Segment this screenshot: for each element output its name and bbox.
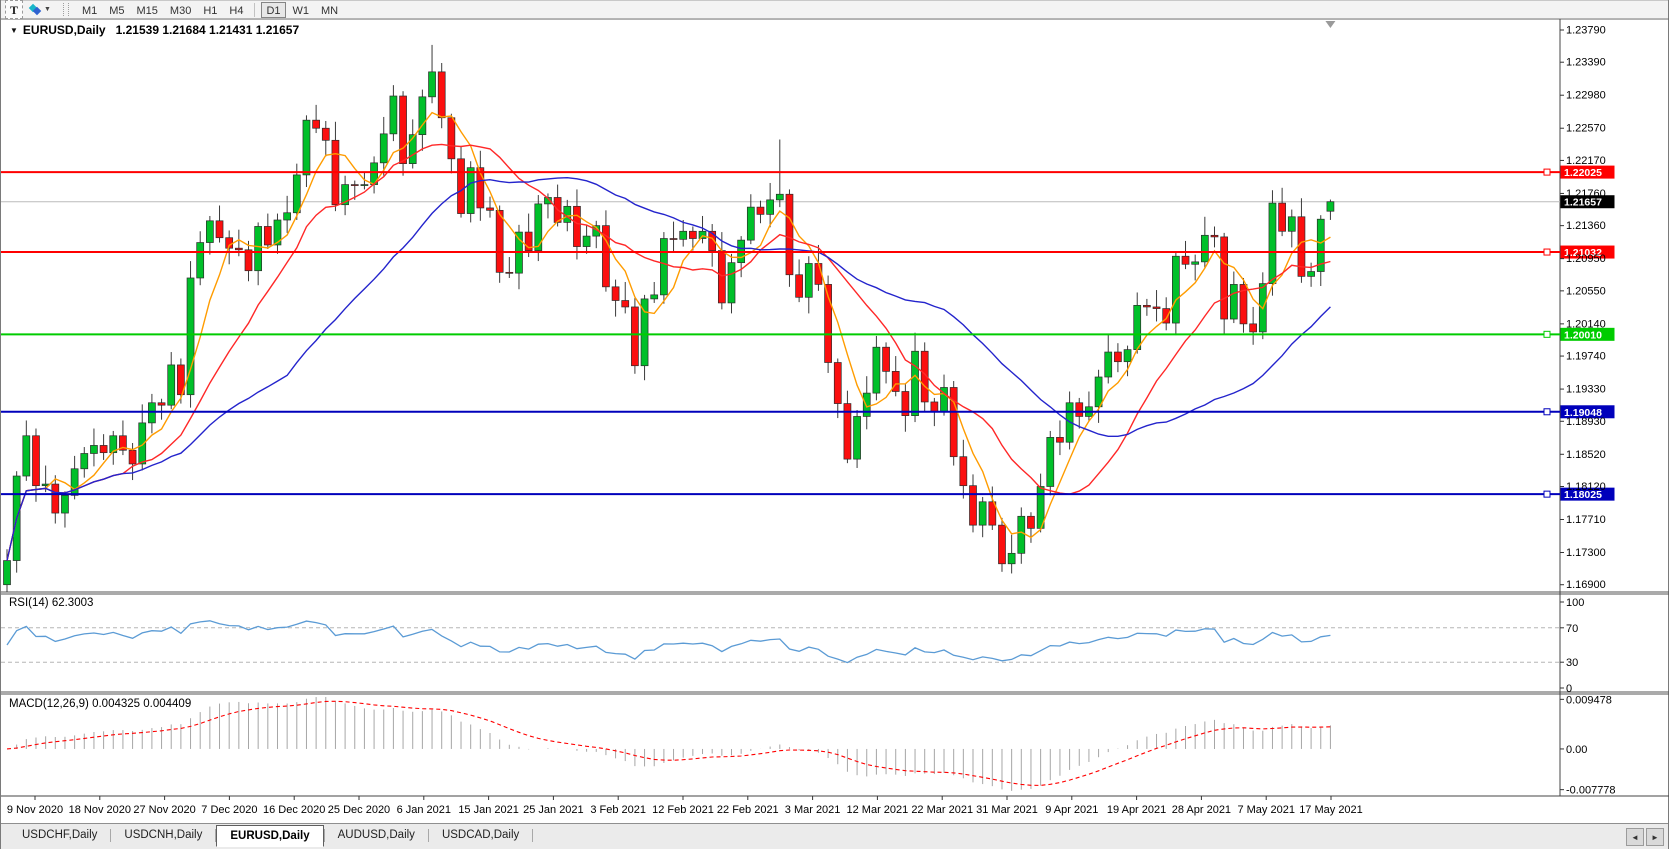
date-axis-label: 19 Apr 2021 (1107, 804, 1166, 816)
chevron-down-icon: ▼ (44, 6, 51, 13)
rsi-axis-label: 0 (1566, 683, 1572, 695)
date-axis-label: 18 Nov 2020 (69, 804, 131, 816)
price-axis-label: 1.17710 (1566, 514, 1606, 526)
timeframe-button-w1[interactable]: W1 (288, 2, 315, 18)
date-axis-label: 15 Jan 2021 (458, 804, 519, 816)
chart-tabbar: USDCHF,DailyUSDCNH,DailyEURUSD,DailyAUDU… (1, 823, 1668, 849)
date-axis-label: 12 Feb 2021 (652, 804, 714, 816)
date-axis-label: 25 Dec 2020 (328, 804, 390, 816)
price-axis-label: 1.19330 (1566, 384, 1606, 396)
date-axis-label: 6 Jan 2021 (397, 804, 451, 816)
rsi-axis-label: 70 (1566, 623, 1578, 635)
date-axis-label: 7 Dec 2020 (201, 804, 257, 816)
chart-tab-eurusd[interactable]: EURUSD,Daily (216, 825, 323, 847)
ohlc-values: 1.21539 1.21684 1.21431 1.21657 (116, 23, 300, 37)
macd-axis-label: 0.00 (1566, 744, 1587, 756)
line-handle[interactable] (1544, 491, 1550, 497)
timeframe-button-d1[interactable]: D1 (261, 2, 285, 18)
timeframe-button-m15[interactable]: M15 (132, 2, 163, 18)
toolbar: T ▼ M1M5M15M30H1H4 D1W1MN (1, 0, 1668, 19)
text-tool-button[interactable]: T (5, 0, 23, 19)
macd-histogram (7, 697, 1330, 791)
price-tag-label: 1.22025 (1564, 167, 1602, 179)
symbol-label: EURUSD,Daily (23, 23, 106, 37)
ma-line-30 (7, 178, 1330, 561)
date-axis-label: 7 May 2021 (1237, 804, 1294, 816)
text-tool-icon: T (10, 4, 18, 16)
date-axis-label: 12 Mar 2021 (847, 804, 909, 816)
toolbar-grip[interactable] (63, 3, 69, 16)
timeframe-button-h4[interactable]: H4 (224, 2, 248, 18)
rsi-indicator-label: RSI(14) 62.3003 (9, 597, 93, 609)
macd-axis-label: 0.009478 (1566, 694, 1612, 706)
date-axis-label: 31 Mar 2021 (976, 804, 1038, 816)
rsi-line (7, 621, 1330, 663)
price-axis-label: 1.22980 (1566, 90, 1606, 102)
date-axis-label: 3 Mar 2021 (785, 804, 841, 816)
chart-tab-usdcnh[interactable]: USDCNH,Daily (111, 825, 215, 845)
chart-tab-usdchf[interactable]: USDCHF,Daily (9, 825, 110, 845)
timeframe-group: M1M5M15M30H1H4 D1W1MN (76, 1, 344, 18)
price-axis-label: 1.22170 (1566, 155, 1606, 167)
date-axis-label: 22 Mar 2021 (911, 804, 973, 816)
chart-title: ▼ EURUSD,Daily 1.21539 1.21684 1.21431 1.2… (10, 23, 299, 37)
date-axis-label: 28 Apr 2021 (1172, 804, 1231, 816)
scroll-left-button[interactable]: ◄ (1626, 828, 1644, 846)
price-axis-label: 1.23790 (1566, 25, 1606, 37)
diamond-icon (33, 7, 41, 15)
date-axis-label: 17 May 2021 (1299, 804, 1363, 816)
price-axis-label: 1.21760 (1566, 188, 1606, 200)
price-tag-label: 1.20010 (1564, 329, 1602, 341)
macd-indicator-label: MACD(12,26,9) 0.004325 0.004409 (9, 698, 191, 710)
tab-scroll-buttons: ◄ ► (1626, 828, 1664, 846)
macd-signal-line (7, 701, 1330, 785)
rsi-axis-label: 30 (1566, 657, 1578, 669)
toolbar-separator (254, 3, 255, 17)
timeframe-button-m5[interactable]: M5 (104, 2, 129, 18)
ma-line-13 (7, 144, 1330, 560)
date-axis-label: 22 Feb 2021 (717, 804, 779, 816)
price-axis-label: 1.17300 (1566, 547, 1606, 559)
collapse-caret-icon[interactable]: ▼ (10, 26, 18, 35)
rsi-axis-label: 100 (1566, 597, 1584, 609)
objects-style-button[interactable]: ▼ (26, 1, 55, 18)
tab-separator (532, 829, 533, 842)
timeframe-button-h1[interactable]: H1 (198, 2, 222, 18)
price-axis-label: 1.20950 (1566, 253, 1606, 265)
terminal-window: T ▼ M1M5M15M30H1H4 D1W1MN 1.220251.210321… (0, 0, 1669, 849)
price-axis-label: 1.19740 (1566, 351, 1606, 363)
line-handle[interactable] (1544, 249, 1550, 255)
price-axis-label: 1.22570 (1566, 123, 1606, 135)
price-axis-label: 1.18120 (1566, 481, 1606, 493)
date-axis-label: 25 Jan 2021 (523, 804, 584, 816)
price-axis-label: 1.20550 (1566, 285, 1606, 297)
chart-tab-audusd[interactable]: AUDUSD,Daily (325, 825, 428, 845)
timeframe-button-m30[interactable]: M30 (165, 2, 196, 18)
price-axis-label: 1.20140 (1566, 318, 1606, 330)
price-axis-label: 1.23390 (1566, 57, 1606, 69)
date-axis-label: 16 Dec 2020 (263, 804, 325, 816)
scroll-right-button[interactable]: ► (1646, 828, 1664, 846)
chart-shift-triangle-icon[interactable] (1325, 21, 1335, 28)
chart-tab-usdcad[interactable]: USDCAD,Daily (429, 825, 532, 845)
line-handle[interactable] (1544, 331, 1550, 337)
price-axis-label: 1.16900 (1566, 579, 1606, 591)
line-handle[interactable] (1544, 169, 1550, 175)
date-axis-label: 27 Nov 2020 (133, 804, 195, 816)
macd-axis-label: -0.007778 (1566, 785, 1616, 797)
chart-tabs: USDCHF,DailyUSDCNH,DailyEURUSD,DailyAUDU… (1, 824, 533, 847)
date-axis-label: 9 Apr 2021 (1045, 804, 1098, 816)
line-handle[interactable] (1544, 409, 1550, 415)
chart-plot-area[interactable]: 1.220251.210321.200101.190481.180251.216… (1, 0, 1669, 849)
timeframe-button-m1[interactable]: M1 (77, 2, 102, 18)
date-axis-label: 3 Feb 2021 (590, 804, 646, 816)
price-axis-label: 1.18930 (1566, 416, 1606, 428)
date-axis-label: 9 Nov 2020 (7, 804, 63, 816)
candlesticks (4, 45, 1334, 592)
price-axis-label: 1.21360 (1566, 220, 1606, 232)
timeframe-button-mn[interactable]: MN (316, 2, 343, 18)
price-axis-label: 1.18520 (1566, 449, 1606, 461)
